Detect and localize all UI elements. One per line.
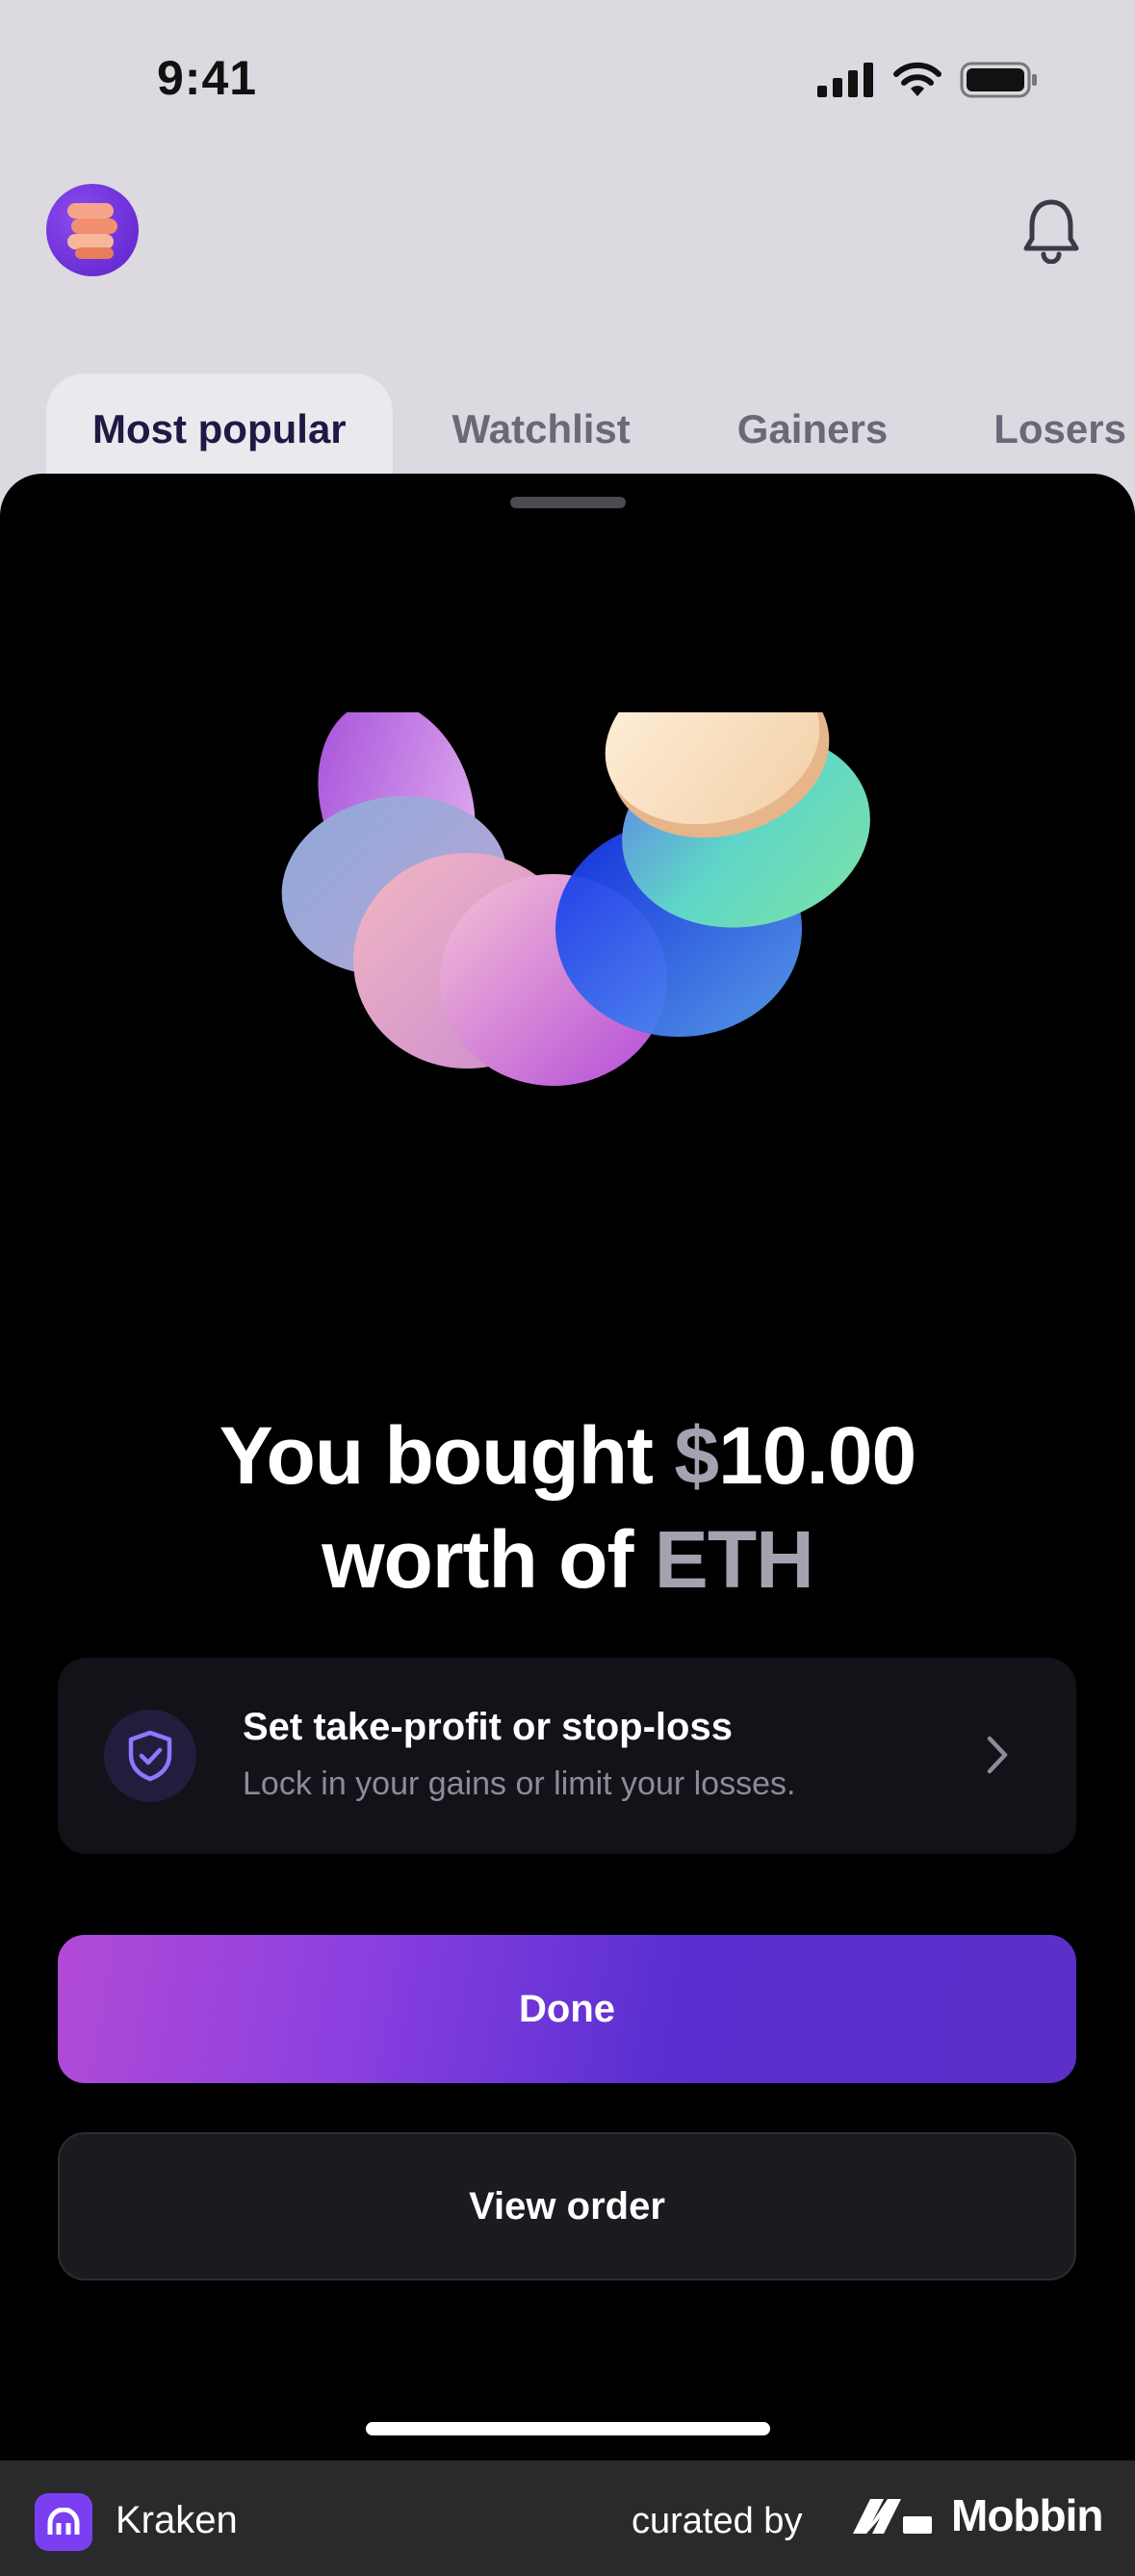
battery-icon [960, 62, 1037, 98]
tab-watchlist[interactable]: Watchlist [452, 374, 631, 485]
mobbin-brand: Mobbin [851, 2489, 1103, 2541]
headline-line-1: You bought $10.00 [219, 1410, 917, 1501]
wifi-icon [893, 62, 942, 96]
currency-symbol: $ [674, 1410, 719, 1501]
shield-check-icon [104, 1710, 196, 1802]
coins-stack-icon [67, 203, 117, 259]
notifications-button[interactable] [1020, 196, 1082, 269]
curated-by-label: curated by [632, 2501, 803, 2541]
card-subtitle: Lock in your gains or limit your losses. [243, 1765, 796, 1802]
coins-illustration [281, 712, 870, 1086]
take-profit-stop-loss-card[interactable]: Set take-profit or stop-loss Lock in you… [58, 1658, 1076, 1854]
sheet-grabber[interactable] [510, 497, 626, 508]
market-tabs: Most popular Watchlist Gainers Losers [46, 374, 1126, 485]
mobbin-logo-icon [853, 2499, 932, 2534]
headline-line-2: worth of ETH [322, 1514, 814, 1605]
bell-icon [1023, 199, 1079, 265]
kraken-logo-icon [35, 2493, 92, 2551]
status-bar: 9:41 [0, 0, 1135, 164]
cellular-signal-icon [817, 63, 873, 97]
chevron-right-icon [987, 1736, 1008, 1774]
status-time: 9:41 [157, 51, 258, 105]
asset-symbol: ETH [654, 1514, 814, 1605]
tab-most-popular[interactable]: Most popular [46, 374, 393, 485]
purchase-headline: You bought $10.00 worth of ETH [0, 1404, 1135, 1611]
app-name: Kraken [116, 2499, 238, 2541]
status-icons [817, 62, 1039, 98]
view-order-button[interactable]: View order [58, 2132, 1076, 2280]
done-button[interactable]: Done [58, 1935, 1076, 2083]
mobbin-wordmark: Mobbin [951, 2490, 1103, 2540]
purchase-amount: 10.00 [718, 1410, 916, 1501]
card-title: Set take-profit or stop-loss [243, 1706, 733, 1748]
avatar-button[interactable] [46, 184, 139, 276]
home-indicator [366, 2422, 770, 2435]
tab-losers[interactable]: Losers [993, 374, 1126, 485]
tab-gainers[interactable]: Gainers [737, 374, 888, 485]
